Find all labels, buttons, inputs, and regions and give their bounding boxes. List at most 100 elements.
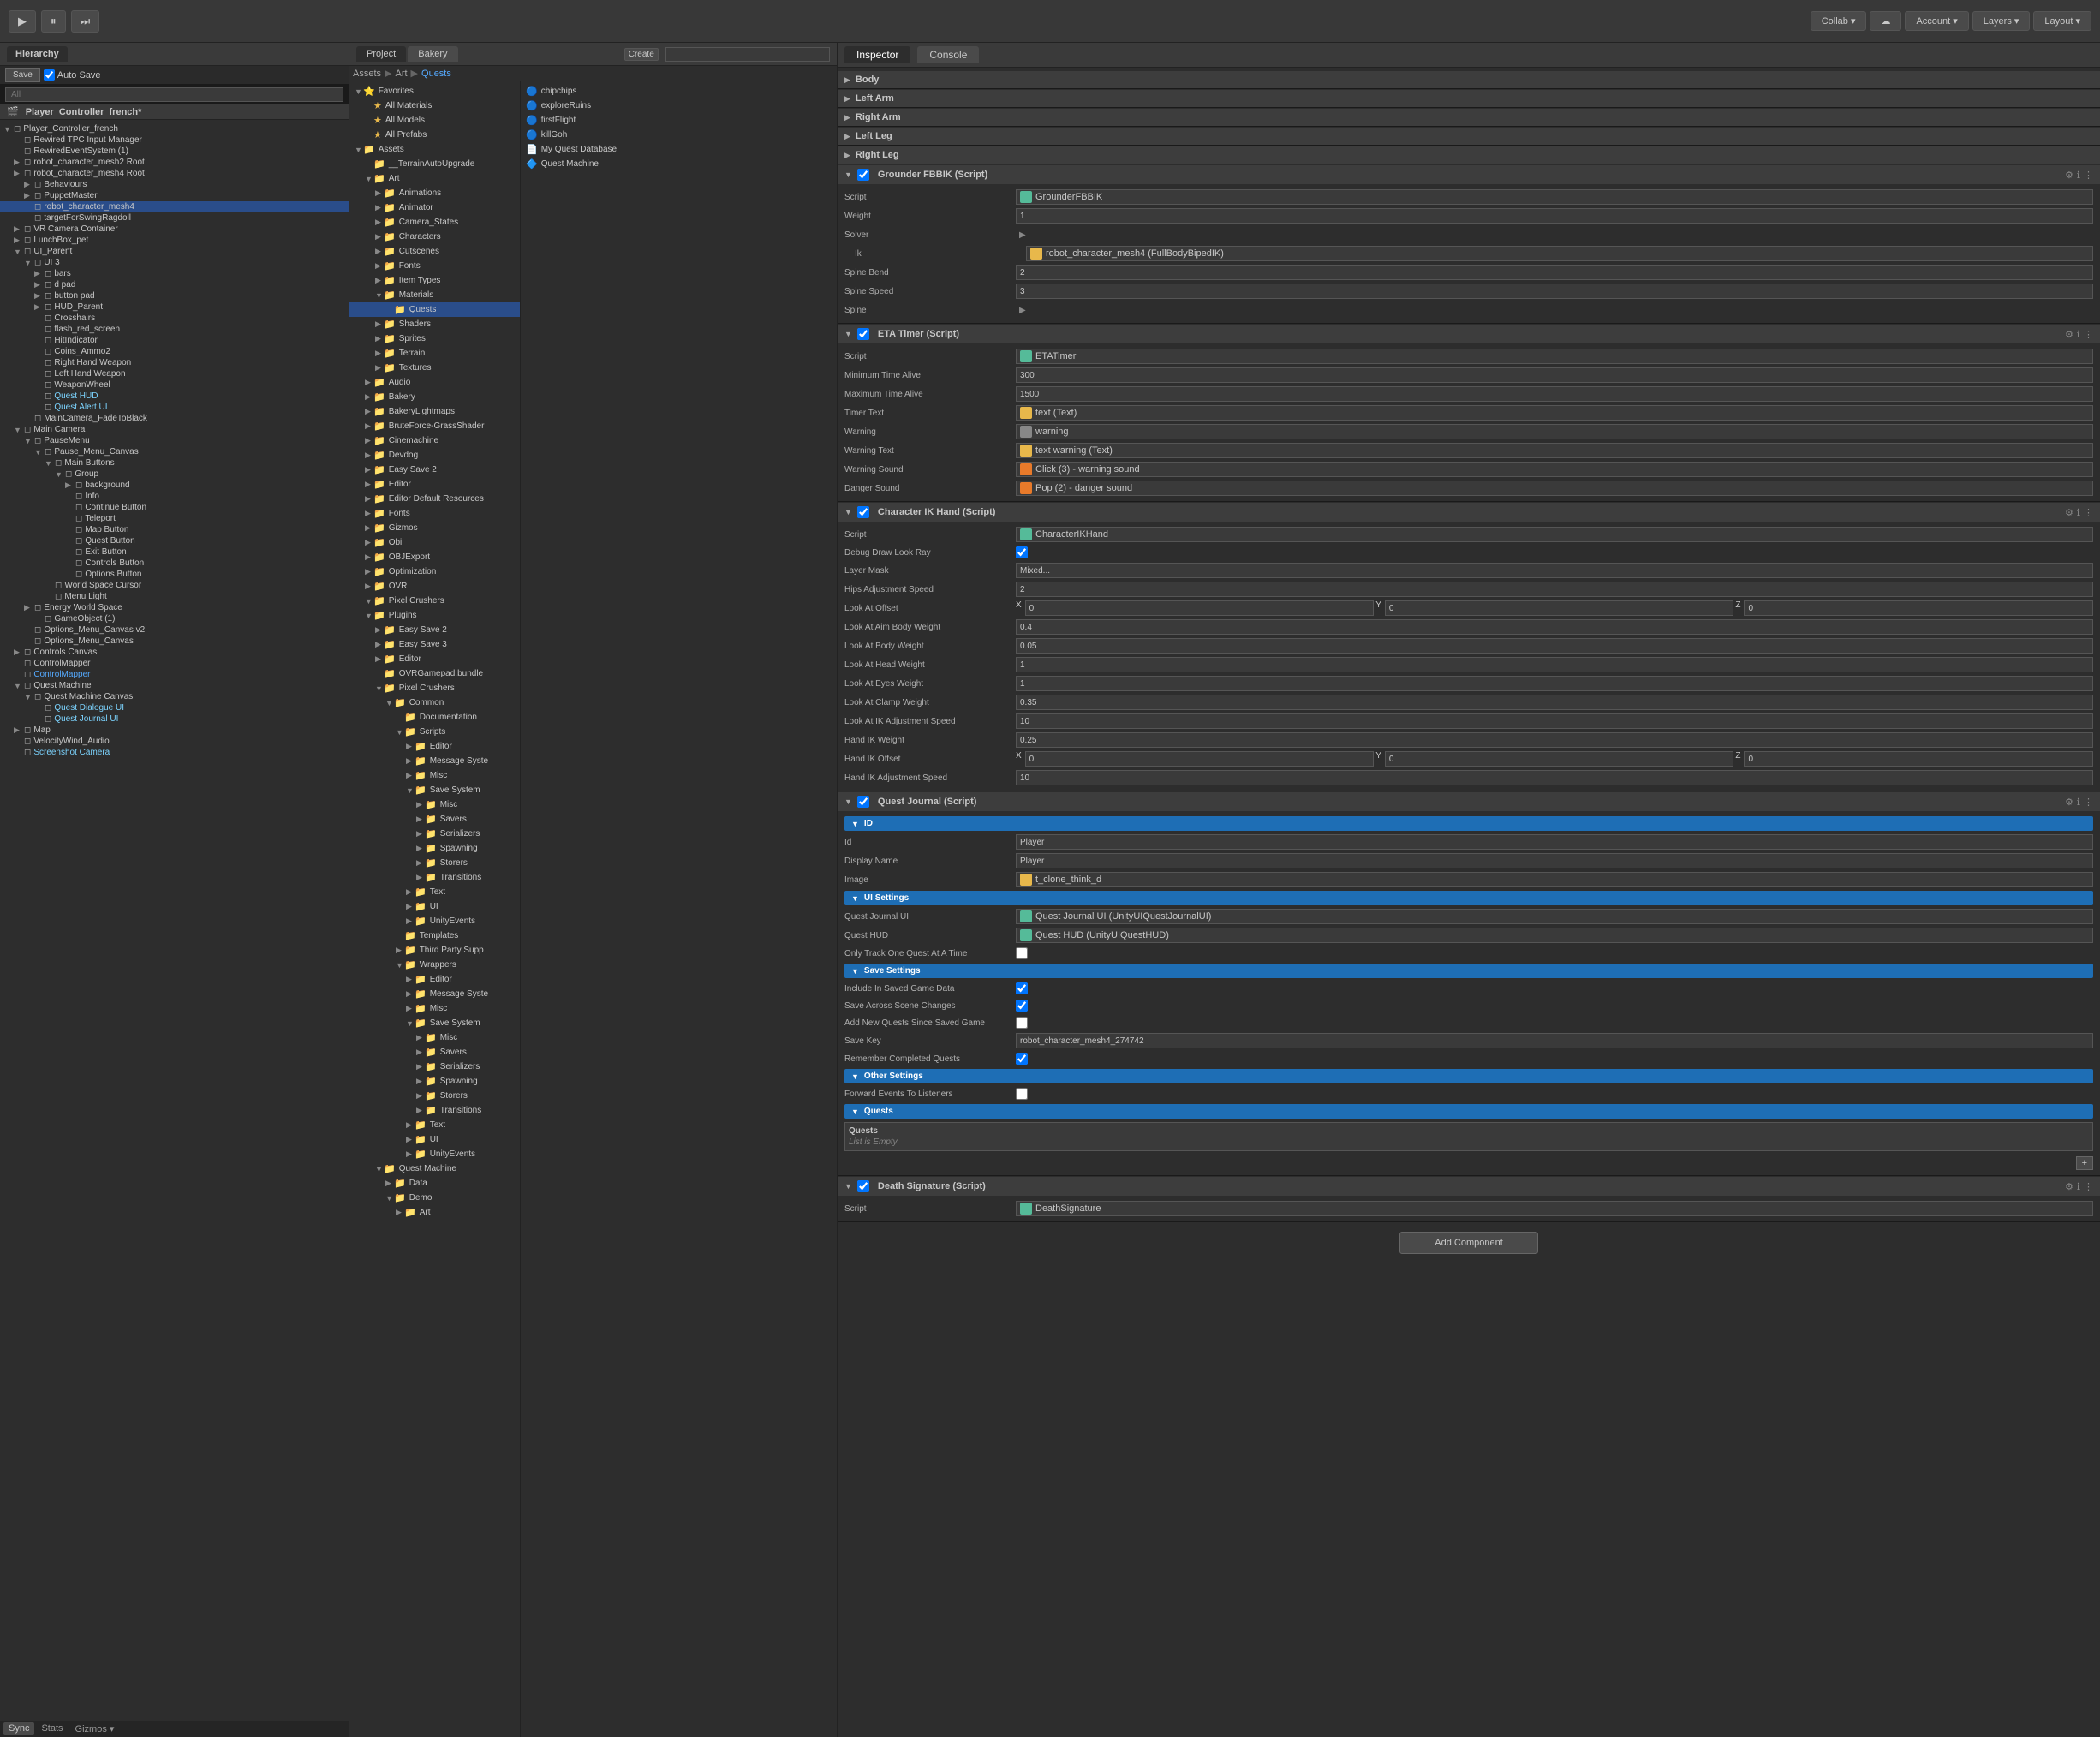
hierarchy-item[interactable]: ▶ ◻ robot_character_mesh2 Root xyxy=(0,157,349,168)
project-tree-item[interactable]: ▶📁UI xyxy=(349,899,520,914)
hierarchy-item[interactable]: ▶ ◻ d pad xyxy=(0,279,349,290)
hierarchy-item[interactable]: ◻ Crosshairs xyxy=(0,313,349,324)
component-header-eta[interactable]: ▼ ETA Timer (Script) ⚙ ℹ ⋮ xyxy=(838,325,2100,343)
hierarchy-item[interactable]: ▼ ◻ Player_Controller_french xyxy=(0,123,349,134)
list-add-button[interactable]: + xyxy=(2076,1156,2093,1170)
prop-value-aim-body-wt[interactable]: 0.4 xyxy=(1016,619,2093,635)
hierarchy-item[interactable]: ◻ Options_Menu_Canvas xyxy=(0,636,349,647)
hierarchy-item[interactable]: ▶ ◻ Map xyxy=(0,725,349,736)
project-tree-item[interactable]: ▼📁Materials xyxy=(349,288,520,302)
hierarchy-item[interactable]: ◻ Quest Dialogue UI xyxy=(0,702,349,713)
prop-value-spine-bend[interactable]: 2 xyxy=(1016,265,2093,280)
project-tree-item[interactable]: ▶📁BruteForce-GrassShader xyxy=(349,419,520,433)
project-tree-item[interactable]: ▼📁Save System xyxy=(349,1016,520,1030)
project-tree-item[interactable]: ▶📁Cinemachine xyxy=(349,433,520,448)
project-tree-item[interactable]: 📁Quests xyxy=(349,302,520,317)
project-tree-item[interactable]: ▶📁Cutscenes xyxy=(349,244,520,259)
section-ui-settings[interactable]: ▼ UI Settings xyxy=(844,891,2093,905)
project-asset-item[interactable]: 📄My Quest Database xyxy=(521,142,837,157)
project-tree-item[interactable]: ▶📁Audio xyxy=(349,375,520,390)
hierarchy-item[interactable]: ◻ Menu Light xyxy=(0,591,349,602)
project-tree-item[interactable]: ▶📁Gizmos xyxy=(349,521,520,535)
project-tree-item[interactable]: ▶📁Message Syste xyxy=(349,754,520,768)
project-tree-item[interactable]: ▶📁Data xyxy=(349,1176,520,1191)
hierarchy-item[interactable]: ▶ ◻ VR Camera Container xyxy=(0,224,349,235)
project-tree-item[interactable]: ▶📁Easy Save 2 xyxy=(349,623,520,637)
look-offset-x[interactable]: 0 xyxy=(1025,600,1375,616)
stats-gizmos[interactable]: Gizmos ▾ xyxy=(70,1722,120,1735)
hierarchy-item[interactable]: ◻ Exit Button xyxy=(0,546,349,558)
hierarchy-item[interactable]: ▼ ◻ UI_Parent xyxy=(0,246,349,257)
hierarchy-item[interactable]: ▼ ◻ Main Buttons xyxy=(0,457,349,469)
section-other-settings[interactable]: ▼ Other Settings xyxy=(844,1069,2093,1083)
inspector-tab[interactable]: Inspector xyxy=(844,46,910,63)
project-asset-item[interactable]: 🔵chipchips xyxy=(521,84,837,98)
hand-offset-y[interactable]: 0 xyxy=(1385,751,1734,767)
prop-value-head-wt[interactable]: 1 xyxy=(1016,657,2093,672)
project-tree-item[interactable]: ▼📁Scripts xyxy=(349,725,520,739)
component-enable-checkbox[interactable] xyxy=(857,1180,869,1192)
favorites-item[interactable]: ★All Prefabs xyxy=(349,128,520,142)
component-header-quest-journal[interactable]: ▼ Quest Journal (Script) ⚙ ℹ ⋮ xyxy=(838,792,2100,811)
component-header-left_arm[interactable]: ▶ Left Arm xyxy=(838,90,2100,107)
prop-value-body-wt[interactable]: 0.05 xyxy=(1016,638,2093,654)
project-tree-item[interactable]: ▶📁Serializers xyxy=(349,827,520,841)
project-tree-item[interactable]: ▶📁Transitions xyxy=(349,870,520,885)
project-tree-item[interactable]: ▶📁Easy Save 3 xyxy=(349,637,520,652)
hierarchy-item[interactable]: ▼ ◻ Quest Machine Canvas xyxy=(0,691,349,702)
project-tree-item[interactable]: ▶📁Animations xyxy=(349,186,520,200)
hierarchy-item[interactable]: ▶ ◻ Controls Canvas xyxy=(0,647,349,658)
hierarchy-item[interactable]: ◻ WeaponWheel xyxy=(0,379,349,391)
project-tree-item[interactable]: ▶📁Devdog xyxy=(349,448,520,463)
project-tree-item[interactable]: ▼📁Art xyxy=(349,171,520,186)
stats-stats[interactable]: Stats xyxy=(36,1722,68,1735)
favorites-header[interactable]: ▼⭐Favorites xyxy=(349,84,520,98)
hierarchy-item[interactable]: ◻ Info xyxy=(0,491,349,502)
prop-value-weight[interactable]: 1 xyxy=(1016,208,2093,224)
project-tree-item[interactable]: ▶📁BakeryLightmaps xyxy=(349,404,520,419)
prop-value-max-time[interactable]: 1500 xyxy=(1016,386,2093,402)
stats-sync[interactable]: Sync xyxy=(3,1722,34,1735)
hierarchy-item[interactable]: ◻ Quest Button xyxy=(0,535,349,546)
component-header-right_arm[interactable]: ▶ Right Arm xyxy=(838,109,2100,126)
project-tree-item[interactable]: ▶📁UnityEvents xyxy=(349,914,520,928)
project-tree-item[interactable]: ▶📁Spawning xyxy=(349,841,520,856)
project-tree-item[interactable]: ▶📁UI xyxy=(349,1132,520,1147)
component-header-grounder[interactable]: ▼ Grounder FBBIK (Script) ⚙ ℹ ⋮ xyxy=(838,165,2100,184)
hierarchy-item[interactable]: ▶ ◻ PuppetMaster xyxy=(0,190,349,201)
project-tree-item[interactable]: ▶📁Editor xyxy=(349,477,520,492)
project-tree-item[interactable]: ▶📁Spawning xyxy=(349,1074,520,1089)
section-id[interactable]: ▼ ID xyxy=(844,816,2093,831)
breadcrumb-art[interactable]: Art xyxy=(395,69,407,79)
step-button[interactable]: ⏭ xyxy=(71,10,100,33)
component-header-body[interactable]: ▶ Body xyxy=(838,71,2100,88)
project-tree-item[interactable]: ▶📁Storers xyxy=(349,856,520,870)
project-tree-item[interactable]: ▶📁Text xyxy=(349,1118,520,1132)
hierarchy-item[interactable]: ◻ robot_character_mesh4 xyxy=(0,201,349,212)
favorites-item[interactable]: ★All Models xyxy=(349,113,520,128)
prop-value-layer-mask[interactable]: Mixed... xyxy=(1016,563,2093,578)
look-offset-y[interactable]: 0 xyxy=(1385,600,1734,616)
hierarchy-item[interactable]: ▼ ◻ Quest Machine xyxy=(0,680,349,691)
breadcrumb-assets[interactable]: Assets xyxy=(353,69,381,79)
project-asset-item[interactable]: 🔵exploreRuins xyxy=(521,98,837,113)
prop-value-hand-ik-wt[interactable]: 0.25 xyxy=(1016,732,2093,748)
project-tree-item[interactable]: ▶📁Shaders xyxy=(349,317,520,331)
project-tree-item[interactable]: ▶📁Misc xyxy=(349,1001,520,1016)
hierarchy-item[interactable]: ◻ Options Button xyxy=(0,569,349,580)
hierarchy-item[interactable]: ◻ MainCamera_FadeToBlack xyxy=(0,413,349,424)
hand-offset-z[interactable]: 0 xyxy=(1744,751,2093,767)
project-tree-item[interactable]: ▶📁Fonts xyxy=(349,506,520,521)
hierarchy-item[interactable]: ◻ Quest Alert UI xyxy=(0,402,349,413)
project-tree-item[interactable]: ▶📁Editor Default Resources xyxy=(349,492,520,506)
play-button[interactable]: ▶ xyxy=(9,10,36,33)
project-tree-item[interactable]: ▶📁Fonts xyxy=(349,259,520,273)
hierarchy-item[interactable]: ▶ ◻ background xyxy=(0,480,349,491)
console-tab[interactable]: Console xyxy=(917,46,979,63)
hierarchy-item[interactable]: ▶ ◻ HUD_Parent xyxy=(0,301,349,313)
component-header-char-ik[interactable]: ▼ Character IK Hand (Script) ⚙ ℹ ⋮ xyxy=(838,503,2100,522)
project-tree-item[interactable]: 📁__TerrainAutoUpgrade xyxy=(349,157,520,171)
hierarchy-item[interactable]: ◻ GameObject (1) xyxy=(0,613,349,624)
section-save-settings[interactable]: ▼ Save Settings xyxy=(844,964,2093,978)
project-tree-item[interactable]: ▶📁UnityEvents xyxy=(349,1147,520,1161)
